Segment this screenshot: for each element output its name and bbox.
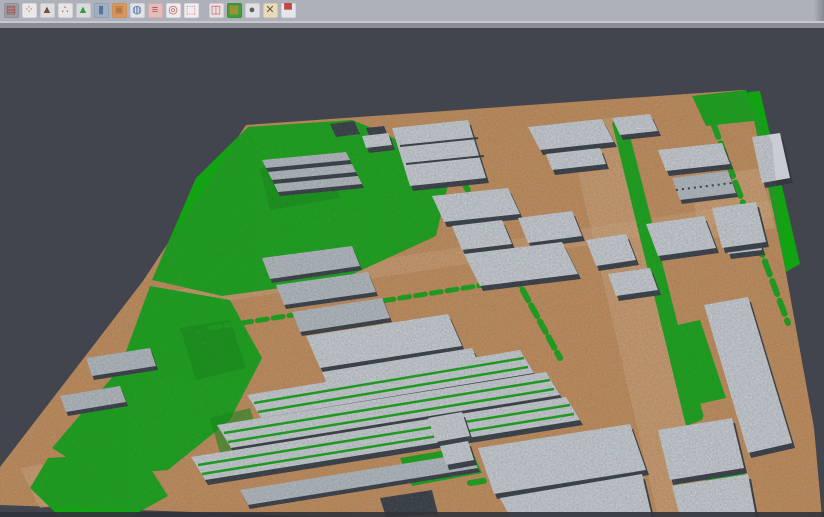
- toolbar-separator: [200, 3, 207, 18]
- align-points-icon[interactable]: ⁘: [22, 3, 37, 18]
- window-bottom-edge: [0, 512, 824, 517]
- select-area-icon[interactable]: ⬚: [184, 3, 199, 18]
- point-speckle-noise: [0, 28, 824, 517]
- import-icon[interactable]: ▤: [4, 3, 19, 18]
- classification-map-icon[interactable]: ▩: [227, 3, 242, 18]
- point-cloud-render: [0, 28, 824, 517]
- target-icon[interactable]: ◎: [166, 3, 181, 18]
- clip-box-icon[interactable]: ◫: [209, 3, 224, 18]
- window-edge-shading: [814, 0, 824, 21]
- layers-icon[interactable]: ≡: [148, 3, 163, 18]
- flag-icon[interactable]: ▀: [281, 3, 296, 18]
- terrain-icon[interactable]: ▲: [40, 3, 55, 18]
- mesh-sphere-icon[interactable]: ●: [245, 3, 260, 18]
- globe-icon[interactable]: ◍: [130, 3, 145, 18]
- ground-class-icon[interactable]: ▣: [112, 3, 127, 18]
- vegetation-icon[interactable]: ▲: [76, 3, 91, 18]
- toolbar: ▤⁘▲∴▲▮▣◍≡◎⬚◫▩●✕▀: [0, 0, 824, 21]
- 3d-viewport[interactable]: [0, 28, 824, 517]
- application-window: ▤⁘▲∴▲▮▣◍≡◎⬚◫▩●✕▀: [0, 0, 824, 517]
- profile-icon[interactable]: ▮: [94, 3, 109, 18]
- sparse-points-icon[interactable]: ∴: [58, 3, 73, 18]
- transform-icon[interactable]: ✕: [263, 3, 278, 18]
